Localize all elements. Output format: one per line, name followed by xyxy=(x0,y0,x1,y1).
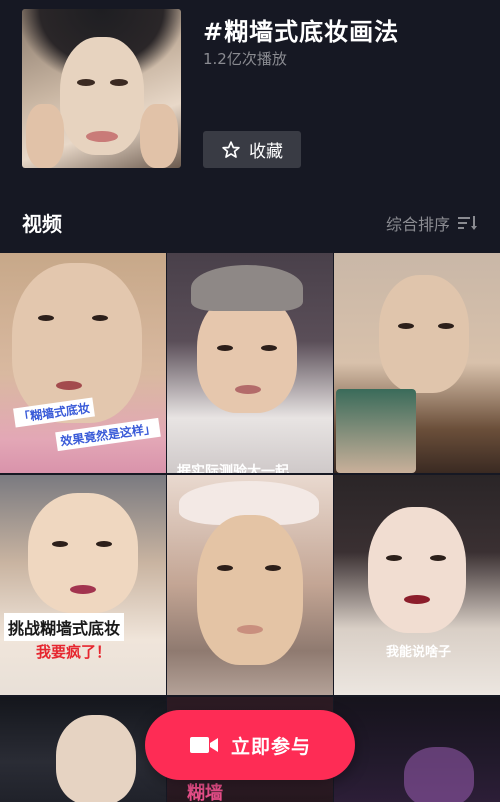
video-caption: 据实际测验大一起 xyxy=(177,464,289,473)
topic-title: #糊墙式底妆画法 xyxy=(203,18,400,46)
video-caption: 我能说啥子 xyxy=(386,645,452,660)
play-count: 1.2亿次播放 xyxy=(203,50,287,68)
sort-label: 综合排序 xyxy=(385,215,450,234)
favorite-button[interactable]: 收藏 xyxy=(203,131,301,168)
section-title: 视频 xyxy=(22,212,62,236)
topic-cover-image xyxy=(22,9,181,168)
video-caption: 我要疯了！ xyxy=(36,643,112,661)
video-thumbnail[interactable] xyxy=(167,475,333,695)
video-thumbnail[interactable] xyxy=(0,697,166,802)
video-camera-icon xyxy=(189,737,218,753)
video-thumbnail[interactable] xyxy=(334,697,500,802)
video-thumbnail[interactable]: 挑战糊墙式底妆 我要疯了！ xyxy=(0,475,166,695)
favorite-label: 收藏 xyxy=(249,142,283,162)
sort-lines-icon xyxy=(458,216,477,230)
star-outline-icon xyxy=(222,140,240,158)
video-caption: 挑战糊墙式底妆 xyxy=(4,613,125,641)
join-button[interactable]: 立即参与 xyxy=(145,710,355,780)
video-thumbnail[interactable]: 「糊墙式底妆 效果竟然是这样」 xyxy=(0,253,166,473)
video-thumbnail[interactable]: 我能说啥子 xyxy=(334,475,500,695)
video-thumbnail[interactable] xyxy=(334,253,500,473)
join-button-label: 立即参与 xyxy=(230,735,311,758)
video-caption: 糊墙 xyxy=(187,783,223,802)
sort-button[interactable]: 综合排序 xyxy=(386,211,478,235)
video-thumbnail[interactable]: 据实际测验大一起 xyxy=(167,253,333,473)
topic-header: #糊墙式底妆画法 1.2亿次播放 收藏 xyxy=(0,0,500,190)
